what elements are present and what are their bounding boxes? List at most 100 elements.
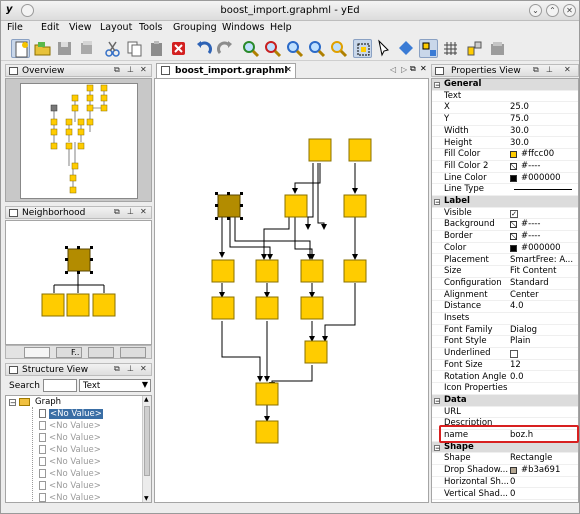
property-value[interactable]: 4.0 (510, 301, 578, 313)
menu-windows[interactable]: Windows (222, 22, 264, 33)
collapse-icon[interactable]: − (434, 199, 440, 206)
tree-collapse-icon[interactable]: − (9, 399, 16, 407)
prop-name[interactable]: name boz.h (432, 430, 578, 442)
snap-lines-icon[interactable] (419, 39, 438, 58)
prop-drop-shadow[interactable]: Drop Shadow... #b3a691 (432, 465, 578, 477)
tab-editor[interactable]: boost_import.graphml ✕ (156, 63, 296, 78)
prop-insets[interactable]: Insets (432, 313, 578, 325)
property-value[interactable]: Dialog (510, 325, 578, 337)
prop-width[interactable]: Width 30.0 (432, 126, 578, 138)
close-tab-icon[interactable]: ✕ (285, 65, 292, 74)
prop-icon-properties[interactable]: Icon Properties (432, 383, 578, 395)
tree-item-selected[interactable]: <No Value> (49, 409, 103, 419)
checkbox[interactable] (510, 350, 518, 359)
close-button[interactable]: ✕ (563, 4, 576, 17)
prop-font-size[interactable]: Font Size 12 (432, 360, 578, 372)
prop-line-color[interactable]: Line Color #000000 (432, 173, 578, 185)
scroll-right-icon[interactable]: ▷ (401, 65, 407, 74)
neighborhood-close-icon[interactable]: ✕ (140, 207, 147, 216)
collapse-icon[interactable]: − (434, 444, 440, 451)
property-value[interactable]: #000000 (521, 173, 578, 185)
property-value[interactable]: 0.0 (510, 372, 578, 384)
scroll-up-icon[interactable]: ▲ (144, 396, 149, 403)
tree-item[interactable]: <No Value> (49, 481, 101, 491)
copy-icon[interactable] (125, 39, 144, 58)
open-folder-icon[interactable] (33, 39, 52, 58)
save-icon[interactable] (55, 39, 74, 58)
prop-url[interactable]: URL (432, 407, 578, 419)
prop-background[interactable]: Background #---- (432, 219, 578, 232)
structure-close-icon[interactable]: ✕ (140, 364, 147, 373)
property-value[interactable]: 25.0 (510, 102, 578, 114)
property-value[interactable]: 0 (510, 489, 578, 501)
property-value[interactable]: boz.h (510, 430, 578, 442)
scroll-thumb[interactable] (144, 406, 150, 476)
properties-pin-icon[interactable]: ⊥ (546, 65, 553, 74)
prop-rotation-angle[interactable]: Rotation Angle 0.0 (432, 372, 578, 384)
scroll-down-icon[interactable]: ▼ (144, 495, 149, 502)
prop-visible[interactable]: Visible ✓ (432, 208, 578, 220)
property-value[interactable]: Fit Content (510, 266, 578, 278)
menu-edit[interactable]: Edit (41, 22, 59, 33)
properties-close-icon[interactable]: ✕ (564, 65, 571, 74)
tree-item[interactable]: <No Value> (49, 421, 101, 431)
graph-canvas[interactable] (154, 78, 429, 503)
property-value[interactable]: #000000 (521, 243, 578, 255)
tab-neighborhood-2[interactable]: F.. (56, 347, 82, 358)
property-value[interactable]: 75.0 (510, 114, 578, 126)
navigation-mode-icon[interactable] (397, 39, 416, 58)
property-value[interactable]: #---- (521, 161, 578, 173)
menu-file[interactable]: File (7, 22, 23, 33)
neighborhood-pin-icon[interactable]: ⊥ (127, 207, 134, 216)
property-value[interactable]: Plain (510, 336, 578, 348)
neighborhood-float-icon[interactable]: ⧉ (114, 207, 120, 217)
undo-icon[interactable] (194, 39, 213, 58)
minimize-button[interactable]: ⌄ (529, 4, 542, 17)
structure-scrollbar[interactable]: ▲ ▼ (142, 396, 151, 502)
prop-text[interactable]: Text (432, 91, 578, 103)
property-value[interactable]: 0 (510, 477, 578, 489)
prop-distance[interactable]: Distance 4.0 (432, 301, 578, 313)
properties-table[interactable]: − General Text X 25.0 Y 75.0 Width 30.0 Height 30.… (431, 78, 579, 503)
redo-icon[interactable] (216, 39, 235, 58)
overview-close-icon[interactable]: ✕ (140, 65, 147, 74)
prop-fill-color-2[interactable]: Fill Color 2 #---- (432, 161, 578, 173)
prop-font-family[interactable]: Font Family Dialog (432, 325, 578, 337)
prop-border[interactable]: Border #---- (432, 231, 578, 243)
menu-grouping[interactable]: Grouping (173, 22, 217, 33)
prop-underlined[interactable]: Underlined (432, 348, 578, 360)
structure-filter-select[interactable]: Text ▼ (79, 379, 151, 392)
collapse-icon[interactable]: − (434, 82, 440, 89)
prop-alignment[interactable]: Alignment Center (432, 290, 578, 302)
prop-size[interactable]: Size Fit Content (432, 266, 578, 278)
structure-pin-icon[interactable]: ⊥ (127, 364, 134, 373)
grid-icon[interactable] (441, 39, 460, 58)
structure-search-input[interactable] (43, 379, 77, 392)
fit-selection-icon[interactable] (353, 39, 372, 58)
menu-help[interactable]: Help (270, 22, 292, 33)
property-value[interactable]: #---- (521, 231, 578, 243)
menu-tools[interactable]: Tools (139, 22, 162, 33)
tab-neighborhood-3[interactable] (88, 347, 114, 358)
property-value[interactable]: Rectangle (510, 453, 578, 465)
prop-x[interactable]: X 25.0 (432, 102, 578, 115)
prop-font-style[interactable]: Font Style Plain (432, 336, 578, 349)
new-document-icon[interactable] (11, 39, 30, 58)
property-value[interactable]: Standard (510, 278, 578, 290)
neighborhood-pane[interactable] (5, 220, 152, 345)
section-shape[interactable]: − Shape (432, 441, 578, 454)
prop-y[interactable]: Y 75.0 (432, 114, 578, 126)
editor-close-icon[interactable]: ✕ (420, 64, 427, 73)
structure-tree[interactable]: − Graph <No Value> <No Value> <No Value>… (5, 395, 152, 503)
maximize-button[interactable]: ⌃ (546, 4, 559, 17)
prop-description[interactable]: Description (432, 418, 578, 430)
prop-configuration[interactable]: Configuration Standard (432, 278, 578, 290)
checkbox[interactable]: ✓ (510, 209, 518, 218)
scroll-left-icon[interactable]: ◁ (390, 65, 396, 74)
save-as-icon[interactable] (77, 39, 96, 58)
overview-float-icon[interactable]: ⧉ (114, 65, 120, 75)
orthogonal-edges-icon[interactable] (465, 39, 484, 58)
tree-item[interactable]: <No Value> (49, 493, 101, 502)
collapse-icon[interactable]: − (434, 397, 440, 404)
section-data[interactable]: − Data (432, 394, 578, 407)
